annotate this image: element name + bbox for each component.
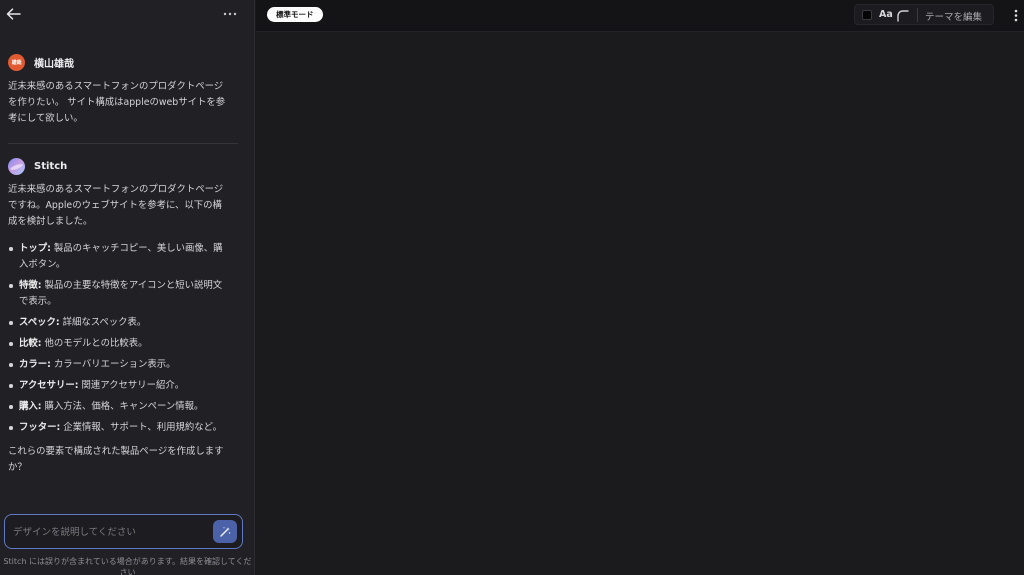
canvas-toolbar: 標準モード Aa テーマを編集 (256, 0, 1024, 32)
list-item-term: トップ: (19, 243, 51, 254)
list-item-desc: 購入方法、価格、キャンペーン情報。 (41, 401, 204, 412)
user-message-header: 雄哉 横山雄哉 (8, 53, 74, 71)
app-root: 雄哉 横山雄哉 近未来感のあるスマートフォンのプロダクトページ を作りたい。 サ… (0, 0, 1024, 575)
more-horizontal-icon (223, 12, 237, 16)
list-item-desc: 企業情報、サポート、利用規約など。 (60, 422, 222, 433)
structure-list: トップ: 製品のキャッチコピー、美しい画像、購 入ボタン。 特徴: 製品の主要な… (8, 241, 240, 441)
disclaimer-text: Stitch には誤りが含まれている場合があります。結果を確認してくだ さい (3, 557, 252, 575)
corner-radius-icon[interactable] (896, 9, 909, 22)
bot-sender-name: Stitch (34, 160, 68, 172)
list-item-term: スペック: (19, 317, 60, 328)
prompt-input-container (4, 514, 243, 549)
list-item-term: カラー: (19, 359, 51, 370)
message-divider (8, 143, 238, 144)
arrow-left-icon (6, 8, 21, 20)
theme-controls: Aa テーマを編集 (854, 4, 994, 25)
list-item-desc: 関連アクセサリー紹介。 (78, 380, 185, 391)
list-item: 特徴: 製品の主要な特徴をアイコンと短い説明文 で表示。 (8, 278, 240, 310)
stitch-logo-icon (8, 157, 25, 175)
chat-panel: 雄哉 横山雄哉 近未来感のあるスマートフォンのプロダクトページ を作りたい。 サ… (0, 0, 255, 575)
color-swatch[interactable] (862, 10, 872, 20)
list-item-desc: 製品の主要な特徴をアイコンと短い説明文 で表示。 (19, 280, 223, 307)
list-item: 比較: 他のモデルとの比較表。 (8, 336, 240, 352)
avatar-initials: 雄哉 (11, 59, 22, 66)
list-item: カラー: カラーバリエーション表示。 (8, 357, 240, 373)
list-item-desc: 他のモデルとの比較表。 (41, 338, 148, 349)
list-item-desc: 詳細なスペック表。 (59, 317, 147, 328)
list-item-term: 購入: (19, 401, 42, 412)
mode-toggle[interactable]: 標準モード (267, 7, 323, 22)
design-canvas[interactable]: 標準モード Aa テーマを編集 (256, 0, 1024, 575)
edit-theme-button[interactable]: テーマを編集 (925, 9, 982, 23)
list-item: スペック: 詳細なスペック表。 (8, 315, 240, 331)
list-item-term: 比較: (19, 338, 42, 349)
bot-message-outro: これらの要素で構成された製品ページを作成します か？ (8, 446, 224, 473)
more-vertical-icon (1014, 9, 1018, 21)
list-item: 購入: 購入方法、価格、キャンペーン情報。 (8, 399, 240, 415)
bot-message-header: Stitch (8, 157, 67, 175)
list-item-term: アクセサリー: (19, 380, 79, 391)
user-sender-name: 横山雄哉 (34, 58, 74, 70)
user-message-text: 近未来感のあるスマートフォンのプロダクトページ を作りたい。 サイト構成はapp… (8, 81, 226, 124)
magic-wand-icon (220, 526, 231, 537)
more-options-button[interactable] (221, 5, 239, 23)
toolbar-separator (917, 8, 918, 22)
list-item: アクセサリー: 関連アクセサリー紹介。 (8, 378, 240, 394)
chat-panel-header (0, 0, 254, 30)
prompt-input[interactable] (13, 524, 203, 540)
font-button[interactable]: Aa (879, 9, 893, 20)
generate-button[interactable] (213, 520, 237, 543)
canvas-menu-button[interactable] (1011, 7, 1021, 23)
list-item-desc: カラーバリエーション表示。 (50, 359, 176, 370)
list-item: フッター: 企業情報、サポート、利用規約など。 (8, 420, 240, 436)
back-button[interactable] (4, 5, 22, 23)
list-item: トップ: 製品のキャッチコピー、美しい画像、購 入ボタン。 (8, 241, 240, 273)
avatar: 雄哉 (8, 53, 25, 71)
bot-message-intro: 近未来感のあるスマートフォンのプロダクトページ ですね。Appleのウェブサイト… (8, 184, 224, 227)
list-item-term: 特徴: (19, 280, 42, 291)
list-item-term: フッター: (19, 422, 61, 433)
